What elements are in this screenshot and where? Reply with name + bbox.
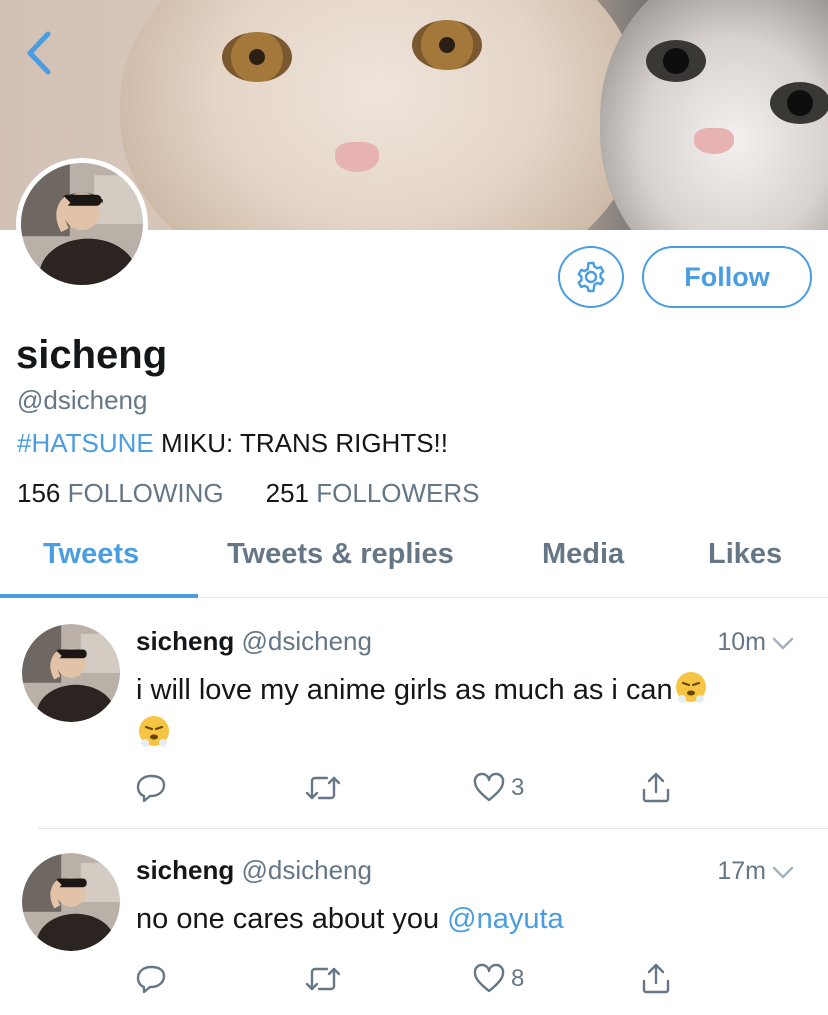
steam-from-nose-emoji-icon: [675, 672, 706, 703]
tweet-timestamp: 10m: [717, 628, 766, 656]
chevron-down-icon: [772, 637, 794, 650]
retweet-icon: [305, 967, 341, 991]
retweet-button[interactable]: [303, 772, 343, 804]
like-count: 3: [511, 774, 525, 801]
reply-icon: [136, 965, 166, 994]
tweet-avatar[interactable]: [22, 624, 120, 722]
avatar-photo: [22, 853, 120, 951]
share-button[interactable]: [640, 961, 672, 995]
share-icon: [642, 772, 670, 803]
tweet-timestamp: 17m: [717, 857, 766, 885]
like-button[interactable]: 8: [473, 963, 524, 995]
profile-tabs: Tweets Tweets & replies Media Likes: [0, 530, 828, 598]
tweet-author-name[interactable]: sicheng: [136, 855, 234, 885]
tweet-header: sicheng @dsicheng: [136, 626, 372, 657]
steam-from-nose-emoji-icon: [139, 716, 169, 747]
cat-left-image: [120, 0, 640, 230]
followers-label: FOLLOWERS: [316, 478, 480, 508]
following-count: 156: [17, 478, 61, 508]
bio-hashtag-link[interactable]: #HATSUNE: [17, 428, 154, 458]
profile-bio: #HATSUNE MIKU: TRANS RIGHTS!!: [17, 428, 448, 459]
tweet-menu-button[interactable]: [770, 634, 796, 654]
tweet-author-handle[interactable]: @dsicheng: [241, 855, 371, 885]
tweet-mention-link[interactable]: @nayuta: [447, 903, 564, 935]
share-button[interactable]: [640, 770, 672, 804]
tweet-avatar[interactable]: [22, 853, 120, 951]
profile-stats: 156 FOLLOWING 251 FOLLOWERS: [17, 478, 480, 509]
tab-tweets[interactable]: Tweets: [43, 538, 139, 571]
cat-nose: [335, 142, 379, 172]
tweet-text-content: i will love my anime girls as much as i …: [136, 674, 673, 706]
follow-button[interactable]: Follow: [642, 246, 812, 308]
tweet-text-content: no one cares about you: [136, 903, 448, 935]
share-icon: [642, 963, 670, 994]
tweet-author-handle[interactable]: @dsicheng: [241, 626, 371, 656]
tab-tweets-and-replies[interactable]: Tweets & replies: [227, 538, 454, 571]
cat-eye: [412, 20, 482, 70]
tweet-author-name[interactable]: sicheng: [136, 626, 234, 656]
tweet-item[interactable]: sicheng @dsicheng 10m i will love my ani…: [0, 600, 828, 828]
tab-media[interactable]: Media: [542, 538, 624, 571]
tweet-text: i will love my anime girls as much as i …: [136, 668, 796, 756]
avatar-photo: [21, 163, 143, 285]
cat-eye: [646, 40, 706, 82]
reply-button[interactable]: [135, 963, 167, 995]
profile-avatar[interactable]: [16, 158, 148, 290]
tweet-item[interactable]: sicheng @dsicheng 17m no one cares about…: [0, 829, 828, 1015]
cat-eye: [770, 82, 828, 124]
tweet-text: no one cares about you @nayuta: [136, 897, 796, 941]
active-tab-indicator: [0, 594, 198, 598]
chevron-down-icon: [772, 866, 794, 879]
back-button[interactable]: [22, 30, 58, 76]
tab-likes[interactable]: Likes: [708, 538, 782, 571]
avatar-photo: [22, 624, 120, 722]
reply-button[interactable]: [135, 772, 167, 804]
chevron-left-icon: [27, 31, 51, 75]
profile-handle: @dsicheng: [17, 385, 148, 415]
gear-icon: [577, 261, 605, 293]
retweet-icon: [305, 776, 341, 800]
following-label: FOLLOWING: [67, 478, 224, 508]
tweet-menu-button[interactable]: [770, 863, 796, 883]
heart-icon: [473, 963, 505, 993]
cat-eye: [222, 32, 292, 82]
retweet-button[interactable]: [303, 963, 343, 995]
cat-nose: [694, 128, 734, 154]
heart-icon: [473, 772, 505, 802]
bio-text: MIKU: TRANS RIGHTS!!: [153, 428, 448, 458]
profile-name: sicheng: [16, 333, 168, 377]
settings-button[interactable]: [558, 246, 624, 308]
tweet-header: sicheng @dsicheng: [136, 855, 372, 886]
like-count: 8: [511, 965, 525, 992]
followers-count: 251: [265, 478, 310, 508]
reply-icon: [136, 774, 166, 803]
followers-stat[interactable]: 251 FOLLOWERS: [266, 478, 480, 508]
like-button[interactable]: 3: [473, 772, 524, 804]
following-stat[interactable]: 156 FOLLOWING: [17, 478, 224, 508]
